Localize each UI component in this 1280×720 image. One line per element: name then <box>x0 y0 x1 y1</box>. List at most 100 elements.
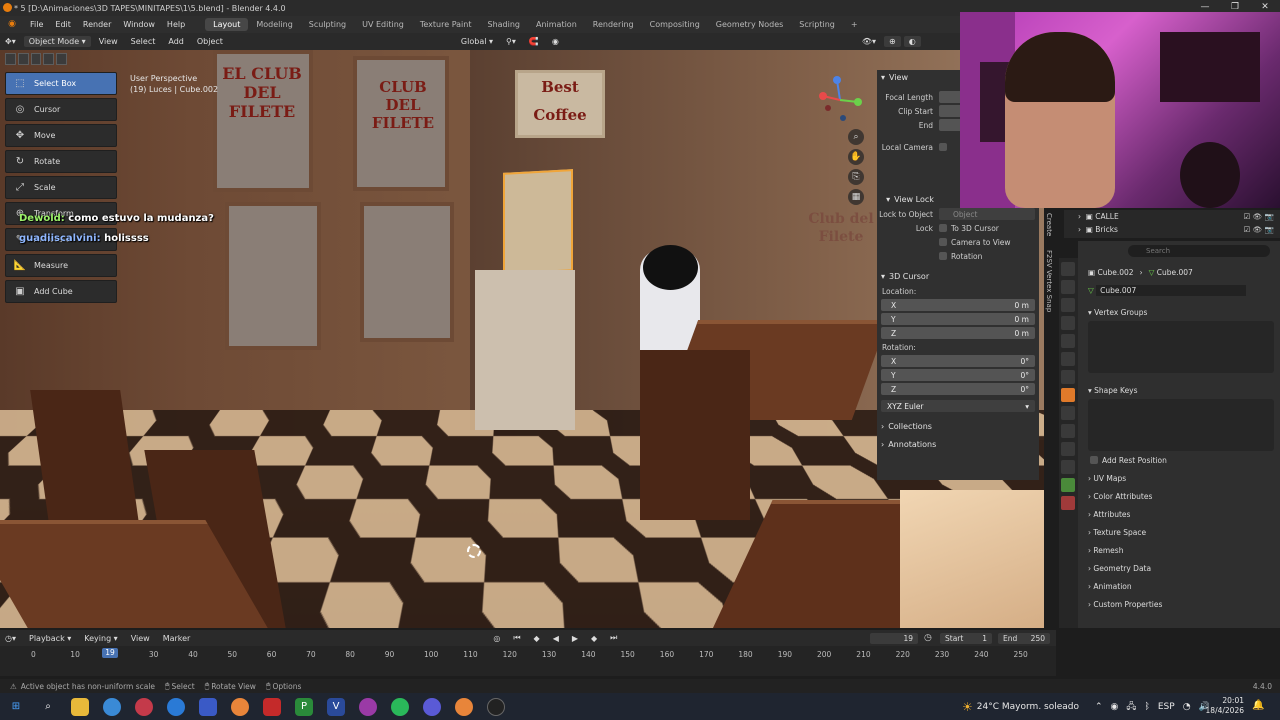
expand-icon[interactable]: › <box>1078 212 1086 221</box>
workspace-tab-compositing[interactable]: Compositing <box>642 18 708 31</box>
menu-window[interactable]: Window <box>117 20 161 29</box>
lock-to-cursor-checkbox[interactable] <box>939 224 947 232</box>
windows-start-icon[interactable]: ⊞ <box>7 698 25 716</box>
edge-icon[interactable] <box>167 698 185 716</box>
timeline-ruler[interactable]: 0 10 30 40 50 60 70 80 90 100 110 120 130 140 150 160 17… <box>0 646 1056 676</box>
menu-file[interactable]: File <box>24 20 49 29</box>
select-mode-new-icon[interactable] <box>5 53 16 65</box>
play-reverse-icon[interactable]: ◀ <box>548 633 564 644</box>
menu-help[interactable]: Help <box>161 20 191 29</box>
bluetooth-icon[interactable]: ᛒ <box>1144 702 1149 712</box>
blender2-icon[interactable] <box>455 698 473 716</box>
view-menu-timeline[interactable]: View <box>126 633 155 644</box>
obs-icon[interactable] <box>487 698 505 716</box>
section-remesh[interactable]: › Remesh <box>1078 541 1280 559</box>
section-texture-space[interactable]: › Texture Space <box>1078 523 1280 541</box>
modifiers-tab-icon[interactable] <box>1061 406 1075 420</box>
mesh-data-name-field[interactable]: Cube.007 <box>1096 285 1246 296</box>
playhead[interactable]: 19 <box>102 648 118 658</box>
record-icon[interactable]: ◎ <box>488 633 505 644</box>
discord-icon[interactable] <box>423 698 441 716</box>
section-animation[interactable]: › Animation <box>1078 577 1280 595</box>
select-mode-subtract-icon[interactable] <box>31 53 42 65</box>
pycharm-icon[interactable]: P <box>295 698 313 716</box>
workspace-tab-modeling[interactable]: Modeling <box>248 18 300 31</box>
tool-cursor[interactable]: ◎ Cursor <box>5 98 117 121</box>
cursor-rotation-z[interactable]: Z 0° <box>881 383 1035 395</box>
annotations-section-header[interactable]: › Annotations <box>877 437 1039 452</box>
tray-arrow-icon[interactable]: ⌃ <box>1095 702 1103 712</box>
workspace-tab-sculpting[interactable]: Sculpting <box>301 18 354 31</box>
lock-rotation-checkbox[interactable] <box>939 252 947 260</box>
file-explorer-icon[interactable] <box>71 698 89 716</box>
playback-menu[interactable]: Playback ▾ <box>24 633 76 644</box>
expand-icon[interactable]: › <box>1078 225 1086 234</box>
rotation-mode-dropdown[interactable]: XYZ Euler ▾ <box>881 400 1035 412</box>
section-custom-properties[interactable]: › Custom Properties <box>1078 595 1280 613</box>
world-tab-icon[interactable] <box>1061 352 1075 366</box>
timeline-editor-icon[interactable]: ◷▾ <box>0 633 21 644</box>
spotify-icon[interactable] <box>391 698 409 716</box>
clock[interactable]: 20:01 18/4/2026 <box>1200 696 1244 716</box>
tool-scale[interactable]: ⤢ Scale <box>5 176 117 199</box>
snap-icon[interactable]: 🧲 <box>524 36 544 47</box>
sidebar-tab-vertex-snap[interactable]: F2SV Vertex Snap <box>1045 250 1053 312</box>
mesh-data-tab-icon[interactable] <box>1061 478 1075 492</box>
jump-end-icon[interactable]: ⏭ <box>605 632 622 644</box>
notifications-icon[interactable]: 🔔 <box>1252 700 1264 711</box>
overlay-toggle-icon[interactable]: ◐ <box>904 36 921 47</box>
recorder-icon[interactable] <box>263 698 281 716</box>
search-icon[interactable]: ⌕ <box>39 698 57 716</box>
prev-keyframe-icon[interactable]: ◆ <box>529 633 545 644</box>
vertex-groups-header[interactable]: Vertex Groups <box>1094 308 1147 317</box>
pivot-icon[interactable]: ⚲▾ <box>501 36 521 47</box>
select-mode-invert-icon[interactable] <box>43 53 54 65</box>
3d-cursor-section-header[interactable]: ▾ 3D Cursor <box>877 269 1039 284</box>
selected-object-cube[interactable] <box>503 169 573 275</box>
add-rest-position-checkbox[interactable] <box>1090 456 1098 464</box>
shape-keys-header[interactable]: Shape Keys <box>1094 386 1137 395</box>
outliner-row[interactable]: › ▣ CALLE ☑ 👁 📷 <box>1064 210 1280 223</box>
section-color-attributes[interactable]: › Color Attributes <box>1078 487 1280 505</box>
workspace-tab-texture-paint[interactable]: Texture Paint <box>412 18 480 31</box>
visibility-icons[interactable]: ☑ 👁 📷 <box>1244 212 1274 221</box>
play-icon[interactable]: ▶ <box>567 633 583 644</box>
pan-hand-icon[interactable]: ✋ <box>848 149 864 165</box>
object-menu[interactable]: Object <box>192 36 228 47</box>
local-camera-checkbox[interactable] <box>939 143 947 151</box>
material-tab-icon[interactable] <box>1061 496 1075 510</box>
chrome-icon[interactable] <box>103 698 121 716</box>
workspace-tab-rendering[interactable]: Rendering <box>585 18 642 31</box>
app-icon[interactable] <box>199 698 217 716</box>
physics-tab-icon[interactable] <box>1061 442 1075 456</box>
navigation-gizmo[interactable] <box>813 72 868 127</box>
camera-view-icon[interactable]: ⎘ <box>848 169 864 185</box>
cursor-location-z[interactable]: Z0 m <box>881 327 1035 339</box>
cursor-rotation-y[interactable]: Y 0° <box>881 369 1035 381</box>
proportional-edit-icon[interactable]: ◉ <box>547 36 564 47</box>
gizmo-toggle-icon[interactable]: ⊕ <box>884 36 901 47</box>
select-menu[interactable]: Select <box>126 36 161 47</box>
tray-app-icon[interactable]: ◉ <box>1111 702 1119 712</box>
visibility-icons[interactable]: ☑ 👁 📷 <box>1244 225 1274 234</box>
menu-render[interactable]: Render <box>77 20 117 29</box>
start-frame-field[interactable]: Start 1 <box>940 633 992 644</box>
vertex-groups-list[interactable] <box>1088 321 1274 373</box>
app2-icon[interactable] <box>359 698 377 716</box>
lock-to-object-field[interactable]: Object <box>939 208 1035 220</box>
mode-dropdown[interactable]: Object Mode ▾ <box>24 36 91 47</box>
output-tab-icon[interactable] <box>1061 298 1075 312</box>
transform-orientation-dropdown[interactable]: Global ▾ <box>456 36 498 47</box>
language-indicator[interactable]: ESP <box>1158 702 1175 712</box>
properties-search[interactable]: Search <box>1128 245 1270 257</box>
section-uv-maps[interactable]: › UV Maps <box>1078 469 1280 487</box>
camera-to-view-checkbox[interactable] <box>939 238 947 246</box>
marker-menu[interactable]: Marker <box>158 633 196 644</box>
select-mode-intersect-icon[interactable] <box>56 53 67 65</box>
workspace-tab-animation[interactable]: Animation <box>528 18 585 31</box>
blender-menu-icon[interactable]: ◉ <box>4 19 20 31</box>
cursor-location-y[interactable]: Y 0 m <box>881 313 1035 325</box>
section-geometry-data[interactable]: › Geometry Data <box>1078 559 1280 577</box>
shape-keys-list[interactable] <box>1088 399 1274 451</box>
collections-section-header[interactable]: › Collections <box>877 419 1039 434</box>
